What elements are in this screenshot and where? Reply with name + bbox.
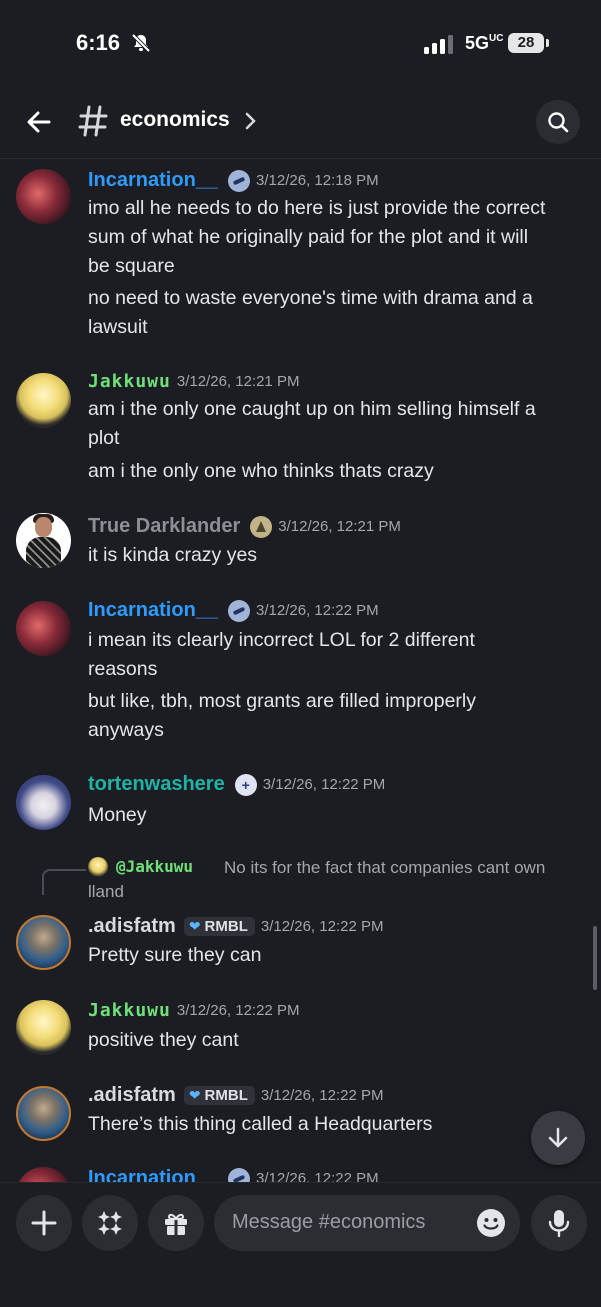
timestamp: 3/12/26, 12:22 PM: [260, 1087, 384, 1104]
message-text: but like, tbh, most grants are filled im…: [88, 690, 477, 712]
message-text: it is kinda crazy yes: [88, 544, 258, 566]
username[interactable]: Jakkuwu: [88, 371, 171, 392]
username[interactable]: Jakkuwu: [88, 1000, 171, 1021]
message-text: no need to waste everyone's time with dr…: [88, 287, 533, 309]
message-text: plot: [88, 427, 120, 449]
message-header: Incarnation__ 3/12/26, 12:22 PM: [88, 1167, 379, 1182]
search-button[interactable]: [536, 100, 580, 144]
message-header: Jakkuwu 3/12/26, 12:22 PM: [88, 1000, 299, 1026]
timestamp: 3/12/26, 12:22 PM: [260, 918, 384, 935]
avatar[interactable]: [16, 601, 71, 656]
network-label: 5GUC: [465, 33, 504, 53]
clock: 6:16: [76, 30, 121, 55]
add-attachment-button[interactable]: [16, 1195, 72, 1251]
avatar[interactable]: [16, 1000, 71, 1055]
timestamp: 3/12/26, 12:22 PM: [176, 1002, 300, 1019]
message-text: There’s this thing called a Headquarters: [88, 1113, 433, 1135]
plus-icon: [31, 1210, 57, 1236]
message-input[interactable]: Message #economics: [214, 1195, 520, 1251]
message-header: .adisfatm ❤ RMBL 3/12/26, 12:22 PM: [88, 915, 383, 941]
scrollbar[interactable]: [593, 926, 597, 990]
sparkle-apps-icon: [98, 1211, 122, 1235]
message-text: be square: [88, 255, 175, 277]
message-text: lawsuit: [88, 316, 148, 338]
reply-connector: [42, 869, 86, 895]
message-text: positive they cant: [88, 1029, 239, 1051]
username[interactable]: .adisfatm: [88, 915, 176, 937]
username[interactable]: Incarnation__: [88, 169, 218, 191]
server-badge-icon[interactable]: [228, 169, 251, 192]
message-header: Incarnation__ 3/12/26, 12:18 PM: [88, 169, 379, 195]
role-tag[interactable]: ❤ RMBL: [183, 917, 255, 936]
username[interactable]: .adisfatm: [88, 1084, 176, 1106]
timestamp: 3/12/26, 12:21 PM: [176, 373, 300, 390]
search-icon: [548, 112, 569, 133]
muted-bell-icon: [131, 33, 151, 53]
avatar[interactable]: [16, 169, 71, 224]
message-header: Jakkuwu 3/12/26, 12:21 PM: [88, 371, 299, 397]
reply-username[interactable]: @Jakkuwu: [116, 857, 193, 876]
server-badge-icon[interactable]: [228, 599, 251, 622]
username[interactable]: Incarnation__: [88, 1167, 218, 1182]
gift-button[interactable]: [148, 1195, 204, 1251]
timestamp: 3/12/26, 12:21 PM: [278, 518, 401, 535]
avatar[interactable]: [16, 1086, 71, 1141]
apps-button[interactable]: [82, 1195, 138, 1251]
username[interactable]: True Darklander: [88, 515, 240, 537]
jump-to-present-button[interactable]: [531, 1111, 585, 1165]
message-text: Pretty sure they can: [88, 944, 262, 966]
username[interactable]: tortenwashere: [88, 773, 225, 795]
avatar[interactable]: [16, 1167, 71, 1182]
reply-text: lland: [88, 882, 124, 901]
message-text: anyways: [88, 719, 164, 741]
timestamp: 3/12/26, 12:22 PM: [256, 1170, 379, 1182]
channel-title[interactable]: economics: [120, 108, 230, 132]
channel-header: economics: [0, 90, 601, 159]
message-header: tortenwashere 3/12/26, 12:22 PM: [88, 773, 385, 799]
timestamp: 3/12/26, 12:22 PM: [256, 602, 379, 619]
username[interactable]: Incarnation__: [88, 599, 218, 621]
message-text: sum of what he originally paid for the p…: [88, 226, 529, 248]
message-header: True Darklander 3/12/26, 12:21 PM: [88, 515, 401, 541]
back-arrow-icon[interactable]: [24, 107, 54, 137]
message-list[interactable]: Incarnation__ 3/12/26, 12:18 PM imo all h…: [0, 159, 601, 1182]
message-text: imo all he needs to do here is just prov…: [88, 197, 546, 219]
avatar[interactable]: [16, 915, 71, 970]
message-input-placeholder: Message #economics: [232, 1211, 426, 1233]
avatar[interactable]: [16, 513, 71, 568]
heart-icon: ❤: [188, 918, 201, 934]
voice-message-button[interactable]: [531, 1195, 587, 1251]
gift-icon: [165, 1213, 187, 1235]
timestamp: 3/12/26, 12:22 PM: [262, 776, 386, 793]
message-text: reasons: [88, 658, 158, 680]
avatar[interactable]: [16, 373, 71, 428]
microphone-icon: [548, 1210, 570, 1238]
arrow-down-icon: [548, 1127, 568, 1148]
server-badge-icon[interactable]: [234, 773, 257, 796]
timestamp: 3/12/26, 12:18 PM: [256, 172, 379, 189]
avatar[interactable]: [16, 775, 71, 830]
message-header: Incarnation__ 3/12/26, 12:22 PM: [88, 599, 379, 625]
battery-tip: [546, 39, 549, 47]
status-bar: 6:16 5GUC 28: [0, 0, 601, 90]
message-text: am i the only one caught up on him selli…: [88, 398, 536, 420]
server-badge-icon[interactable]: [250, 515, 273, 538]
server-badge-icon[interactable]: [228, 1167, 251, 1182]
message-text: Money: [88, 804, 147, 826]
hashtag-icon: [78, 105, 108, 137]
message-composer: Message #economics: [0, 1182, 601, 1307]
role-tag[interactable]: ❤ RMBL: [183, 1086, 255, 1105]
message-header: .adisfatm ❤ RMBL 3/12/26, 12:22 PM: [88, 1084, 383, 1110]
reply-text: No its for the fact that companies cant …: [224, 858, 546, 877]
heart-icon: ❤: [188, 1087, 201, 1103]
emoji-icon[interactable]: [476, 1208, 506, 1238]
signal-icon: [424, 35, 453, 54]
reply-avatar: [88, 857, 108, 877]
message-text: am i the only one who thinks thats crazy: [88, 460, 434, 482]
message-text: i mean its clearly incorrect LOL for 2 d…: [88, 629, 475, 651]
chevron-right-icon[interactable]: [244, 111, 258, 131]
battery-indicator: 28: [508, 33, 544, 53]
